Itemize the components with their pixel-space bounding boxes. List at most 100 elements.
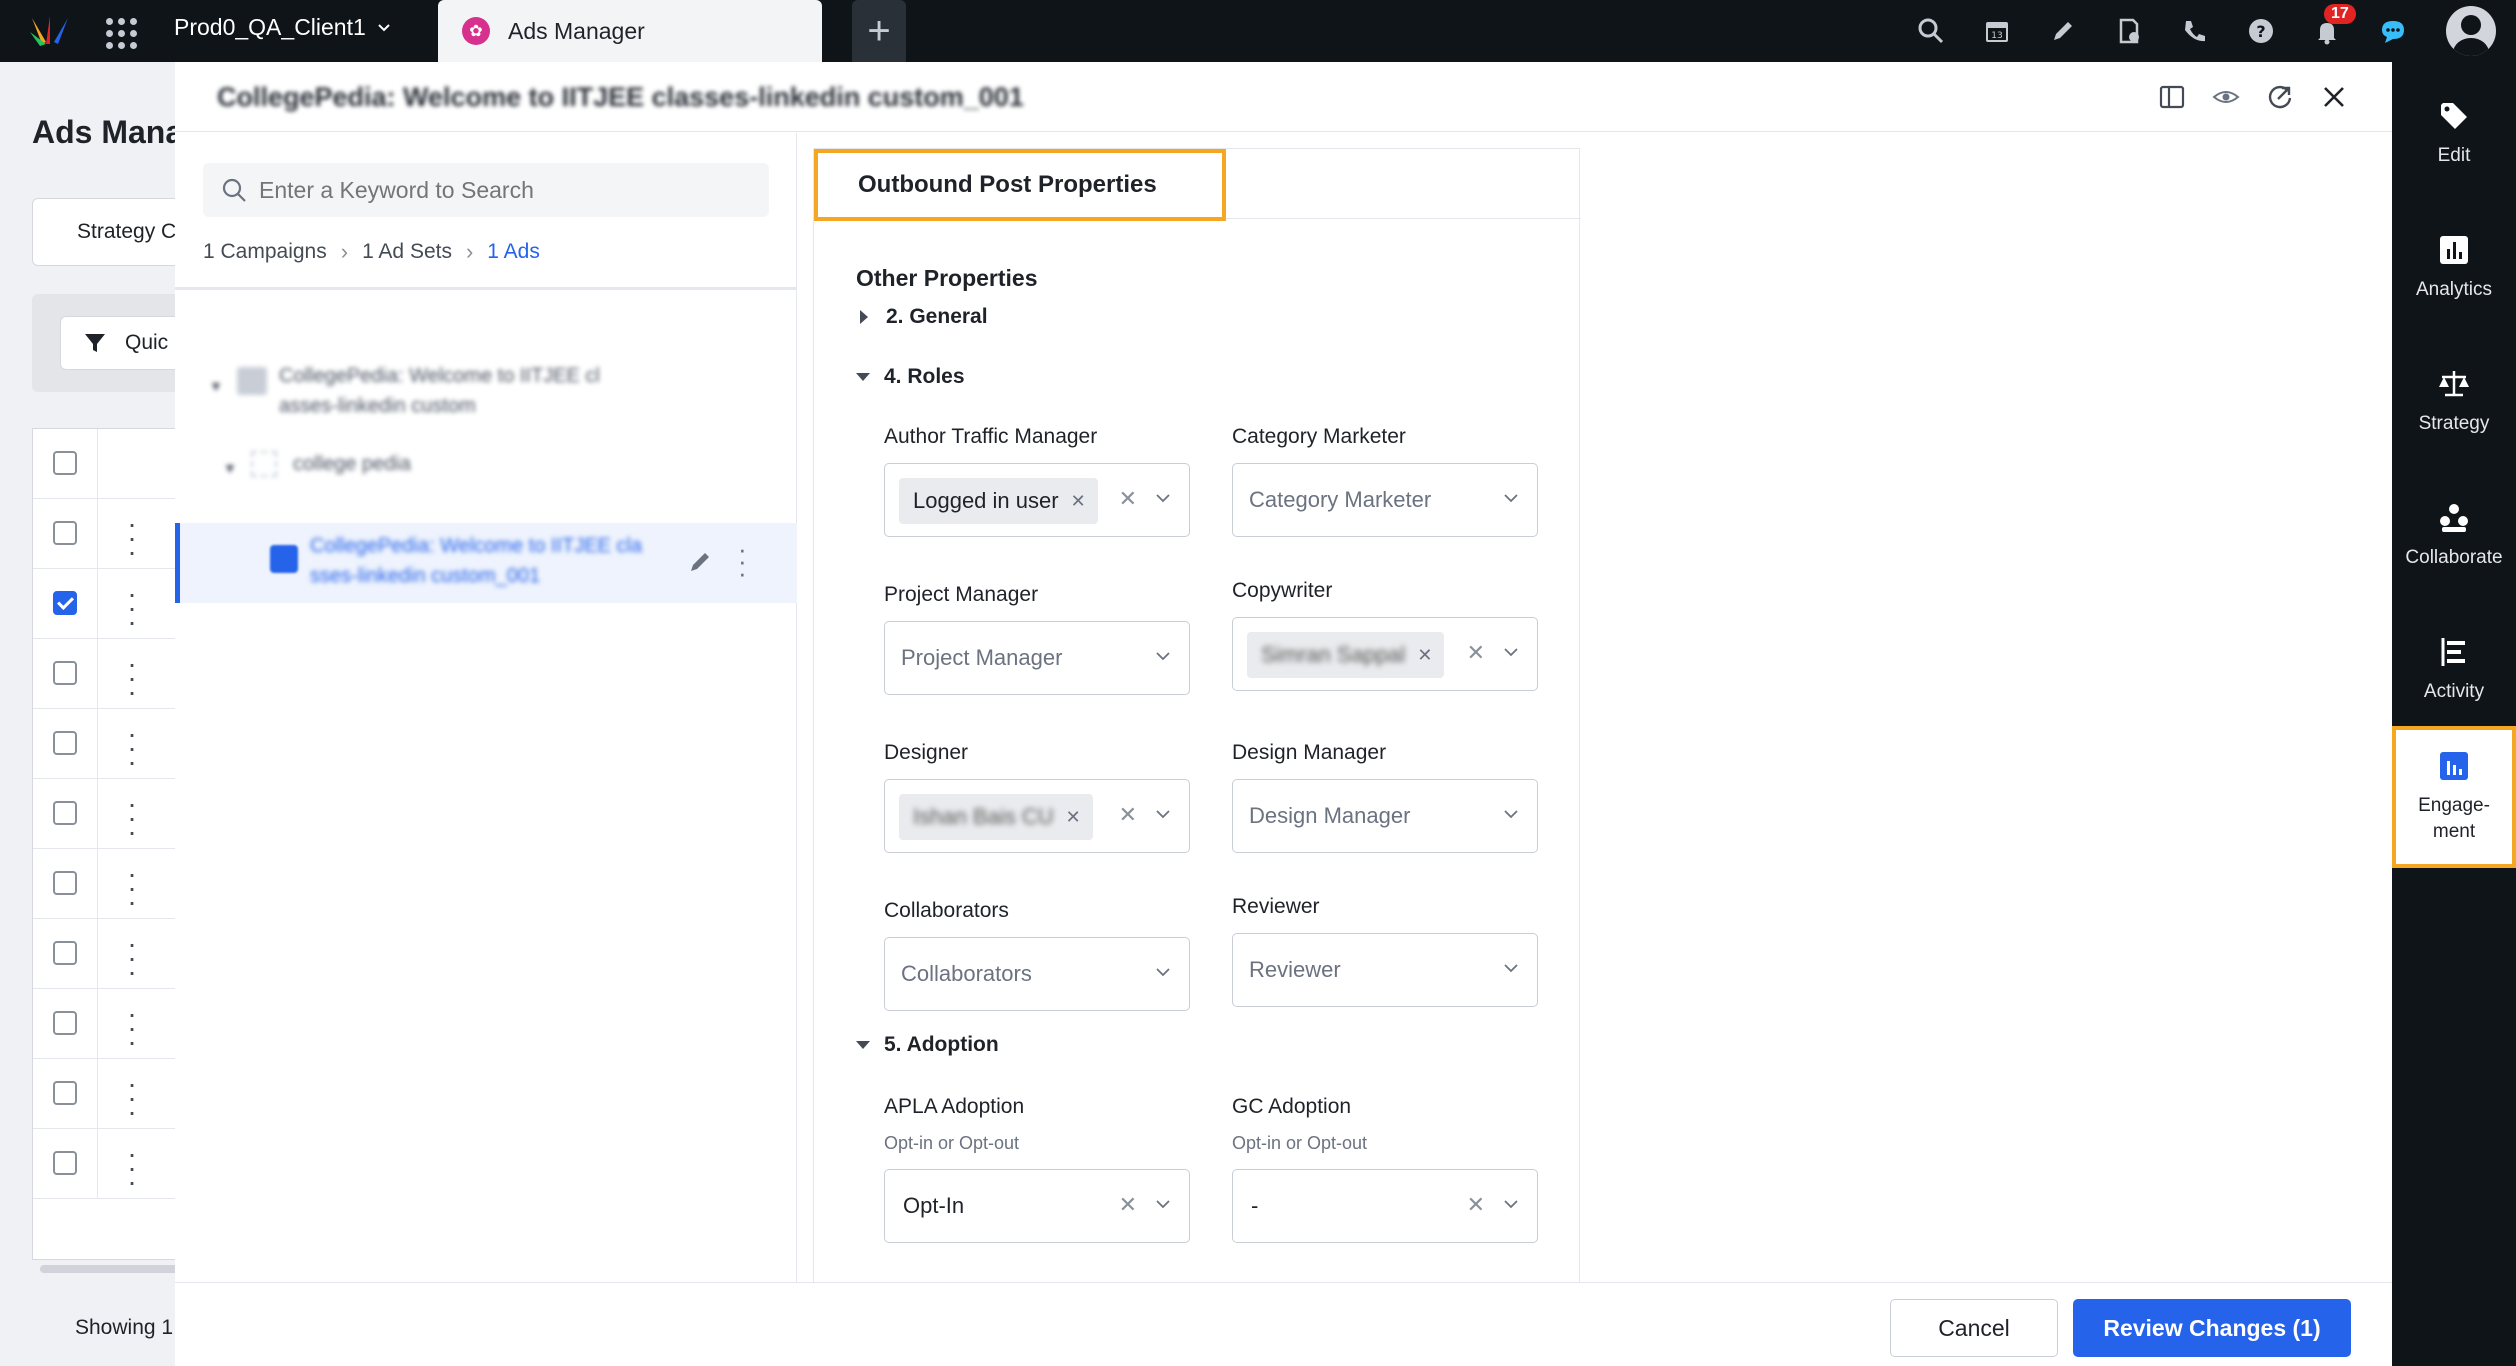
clear-icon[interactable]: ✕: [1119, 1192, 1137, 1218]
chevron-down-icon[interactable]: [1503, 644, 1519, 660]
table-row[interactable]: · · ·: [33, 499, 193, 569]
row-checkbox[interactable]: [53, 941, 77, 965]
table-row[interactable]: · · ·: [33, 849, 193, 919]
rail-item-edit[interactable]: Edit: [2392, 72, 2516, 196]
group-adoption-toggle[interactable]: 5. Adoption: [856, 1033, 999, 1057]
breadcrumb-campaigns[interactable]: 1 Campaigns: [203, 240, 327, 264]
chevron-down-icon[interactable]: [1155, 806, 1171, 822]
chip-remove-icon[interactable]: ✕: [1071, 491, 1086, 512]
calendar-icon[interactable]: 13: [1964, 0, 2030, 62]
row-checkbox[interactable]: [53, 801, 77, 825]
chat-icon[interactable]: [2360, 0, 2426, 62]
rail-item-analytics[interactable]: Analytics: [2392, 206, 2516, 330]
more-vertical-icon[interactable]: · · ·: [127, 580, 137, 636]
table-row[interactable]: · · ·: [33, 779, 193, 849]
ads-manager-icon: ✿: [462, 17, 490, 45]
more-vertical-icon[interactable]: · · ·: [127, 720, 137, 776]
rail-item-engagement[interactable]: Engage- ment: [2392, 726, 2516, 868]
collaborators-select[interactable]: Collaborators: [884, 937, 1190, 1011]
pencil-icon[interactable]: [685, 547, 715, 577]
more-vertical-icon[interactable]: · · ·: [127, 790, 137, 846]
avatar[interactable]: [2426, 0, 2516, 62]
chevron-down-icon[interactable]: [1155, 964, 1171, 980]
group-roles-toggle[interactable]: 4. Roles: [856, 365, 965, 389]
chevron-down-icon[interactable]: [1155, 648, 1171, 664]
select-all-checkbox[interactable]: [53, 451, 77, 475]
table-row[interactable]: · · ·: [33, 1059, 193, 1129]
table-row[interactable]: · · ·: [33, 639, 193, 709]
chevron-down-icon[interactable]: [1503, 1196, 1519, 1212]
cancel-button[interactable]: Cancel: [1890, 1299, 2058, 1357]
copywriter-select[interactable]: Simran Sappal ✕ ✕: [1232, 617, 1538, 691]
more-vertical-icon[interactable]: · · ·: [127, 930, 137, 986]
breadcrumb-adsets[interactable]: 1 Ad Sets: [362, 240, 452, 264]
chevron-down-icon[interactable]: [1155, 490, 1171, 506]
split-view-icon[interactable]: [2154, 76, 2190, 118]
more-vertical-icon[interactable]: · · ·: [127, 510, 137, 566]
clear-icon[interactable]: ✕: [1467, 640, 1485, 666]
row-checkbox[interactable]: [53, 661, 77, 685]
more-vertical-icon[interactable]: · · ·: [127, 1000, 137, 1056]
table-row[interactable]: · · ·: [33, 709, 193, 779]
tab-ads-manager[interactable]: ✿ Ads Manager: [438, 0, 822, 62]
more-vertical-icon[interactable]: · · ·: [127, 650, 137, 706]
more-vertical-icon[interactable]: · · ·: [127, 1070, 137, 1126]
new-tab-button[interactable]: +: [852, 0, 906, 62]
strategy-button[interactable]: Strategy C: [32, 198, 192, 266]
bell-icon[interactable]: 17: [2294, 0, 2360, 62]
gc-adoption-select[interactable]: - ✕: [1232, 1169, 1538, 1243]
clear-icon[interactable]: ✕: [1119, 486, 1137, 512]
apps-grid-icon[interactable]: [100, 12, 137, 49]
table-row[interactable]: · · ·: [33, 569, 193, 639]
review-changes-button[interactable]: Review Changes (1): [2073, 1299, 2351, 1357]
horizontal-scrollbar[interactable]: [40, 1265, 180, 1273]
row-checkbox[interactable]: [53, 1011, 77, 1035]
category-marketer-select[interactable]: Category Marketer: [1232, 463, 1538, 537]
row-checkbox[interactable]: [53, 871, 77, 895]
tree-item-ad-selected[interactable]: CollegePedia: Welcome to IITJEE cla sses…: [175, 523, 797, 603]
share-icon[interactable]: [2262, 76, 2298, 118]
row-checkbox[interactable]: [53, 521, 77, 545]
chip-remove-icon[interactable]: ✕: [1066, 807, 1081, 828]
chevron-down-icon[interactable]: [1155, 1196, 1171, 1212]
search-icon[interactable]: [1898, 0, 1964, 62]
search-input[interactable]: [203, 163, 769, 217]
more-vertical-icon[interactable]: · · ·: [738, 536, 747, 586]
breadcrumb-ads[interactable]: 1 Ads: [487, 240, 540, 264]
preview-eye-icon[interactable]: [2208, 76, 2244, 118]
table-row[interactable]: · · ·: [33, 919, 193, 989]
clear-icon[interactable]: ✕: [1467, 1192, 1485, 1218]
more-vertical-icon[interactable]: · · ·: [127, 860, 137, 916]
table-row[interactable]: · · ·: [33, 989, 193, 1059]
help-icon[interactable]: ?: [2228, 0, 2294, 62]
row-checkbox[interactable]: [53, 731, 77, 755]
tab-outbound-post-properties[interactable]: Outbound Post Properties: [814, 149, 1226, 221]
chip-remove-icon[interactable]: ✕: [1417, 645, 1432, 666]
clear-icon[interactable]: ✕: [1119, 802, 1137, 828]
designer-select[interactable]: Ishan Bais CU ✕ ✕: [884, 779, 1190, 853]
row-checkbox[interactable]: [53, 591, 77, 615]
author-traffic-manager-select[interactable]: Logged in user ✕ ✕: [884, 463, 1190, 537]
group-general-toggle[interactable]: 2. General: [856, 305, 988, 329]
phone-icon[interactable]: [2162, 0, 2228, 62]
close-icon[interactable]: [2316, 76, 2352, 118]
rail-item-collaborate[interactable]: Collaborate: [2392, 474, 2516, 598]
rail-item-activity[interactable]: Activity: [2392, 608, 2516, 732]
design-manager-select[interactable]: Design Manager: [1232, 779, 1538, 853]
pencil-icon[interactable]: [2030, 0, 2096, 62]
client-switcher[interactable]: Prod0_QA_Client1: [174, 14, 392, 41]
table-row[interactable]: · · ·: [33, 1129, 193, 1199]
row-checkbox[interactable]: [53, 1151, 77, 1175]
chevron-down-icon[interactable]: [1503, 490, 1519, 506]
document-icon[interactable]: [2096, 0, 2162, 62]
rail-item-strategy[interactable]: Strategy: [2392, 340, 2516, 464]
brand-logo[interactable]: [28, 12, 72, 50]
bulk-edit-modal: CollegePedia: Welcome to IITJEE classes-…: [175, 62, 2392, 1366]
project-manager-select[interactable]: Project Manager: [884, 621, 1190, 695]
more-vertical-icon[interactable]: · · ·: [127, 1140, 137, 1196]
chevron-down-icon[interactable]: [1503, 806, 1519, 822]
reviewer-select[interactable]: Reviewer: [1232, 933, 1538, 1007]
row-checkbox[interactable]: [53, 1081, 77, 1105]
chevron-down-icon[interactable]: [1503, 960, 1519, 976]
apla-adoption-select[interactable]: Opt-In ✕: [884, 1169, 1190, 1243]
